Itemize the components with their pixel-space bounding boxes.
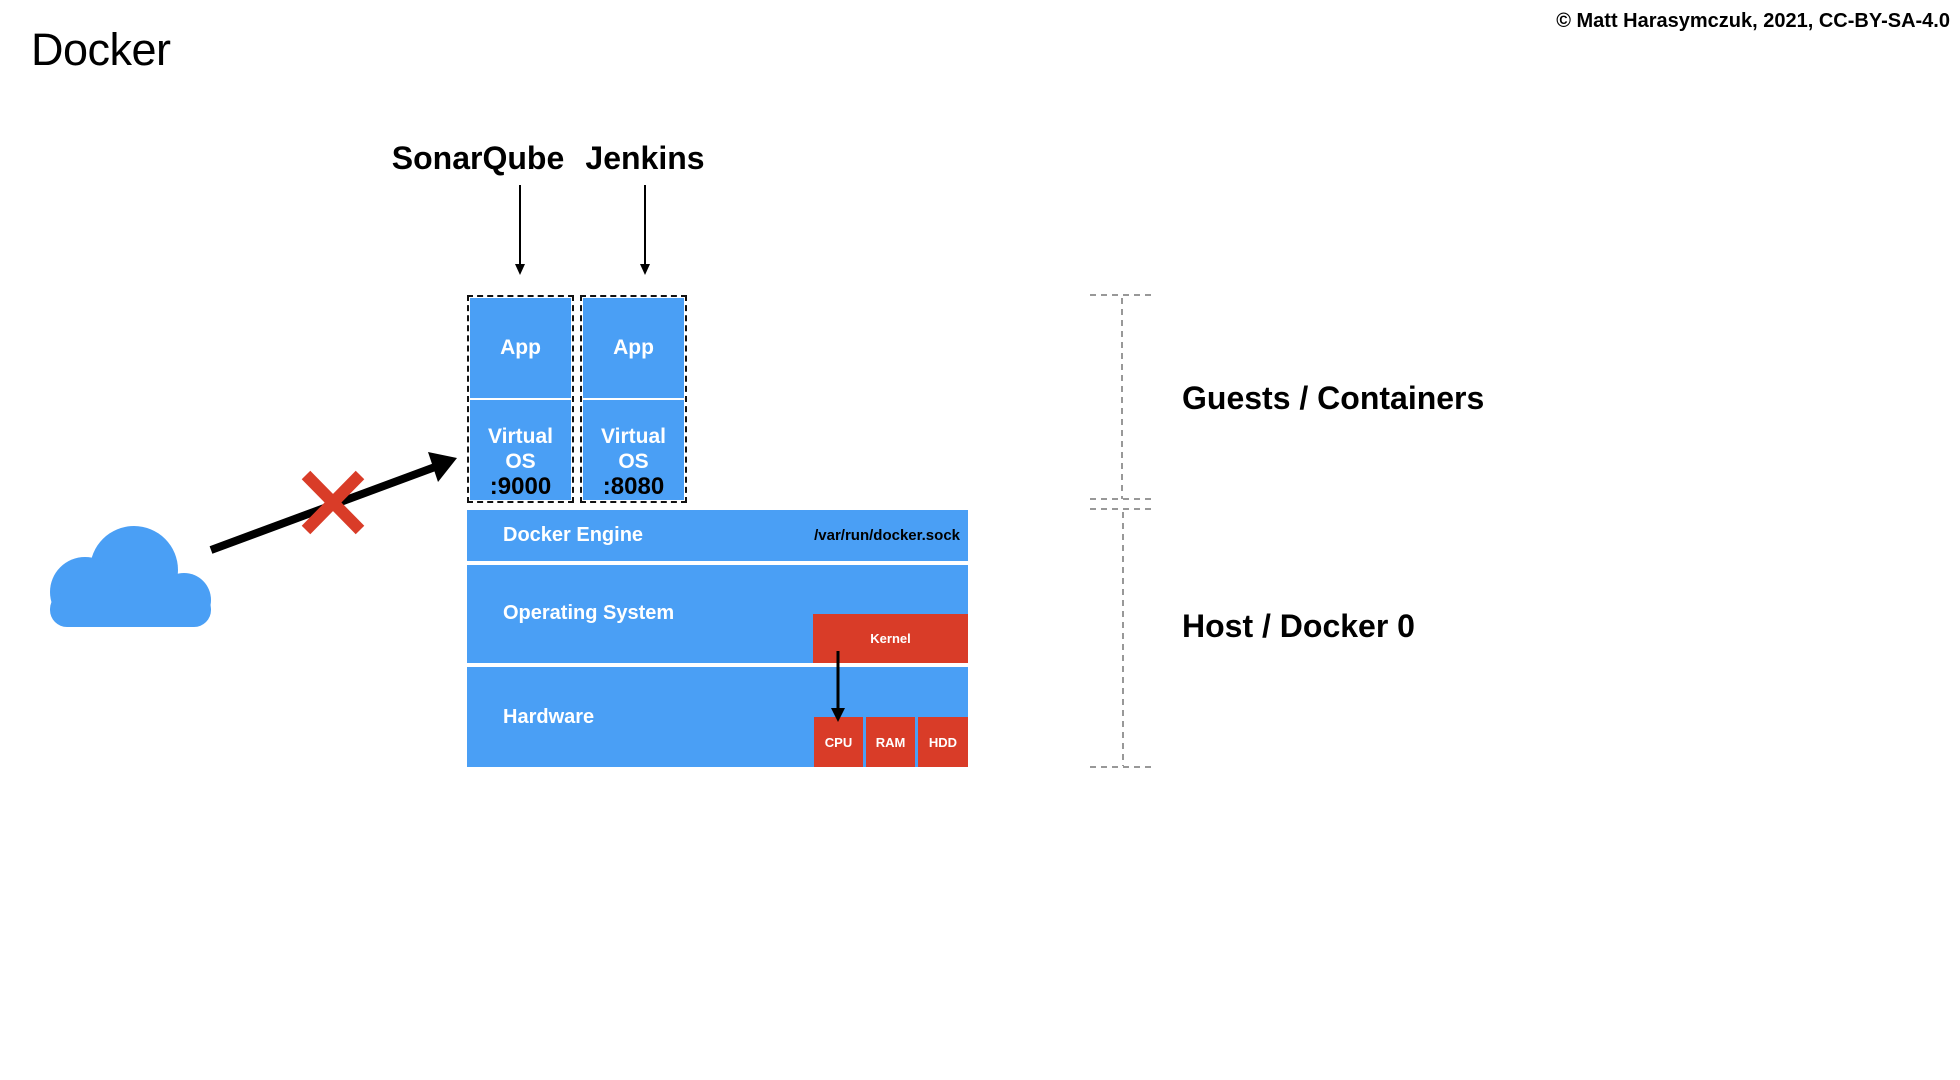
cloud-icon	[50, 526, 211, 627]
bracket-host	[1090, 508, 1156, 768]
arrow-sonarqube-to-container	[515, 185, 525, 275]
cross-icon	[301, 470, 365, 535]
arrow-jenkins-to-container	[640, 185, 650, 275]
diagram-overlay	[50, 185, 1156, 768]
bracket-guests	[1090, 294, 1156, 500]
arrow-kernel-to-cpu	[831, 651, 845, 722]
